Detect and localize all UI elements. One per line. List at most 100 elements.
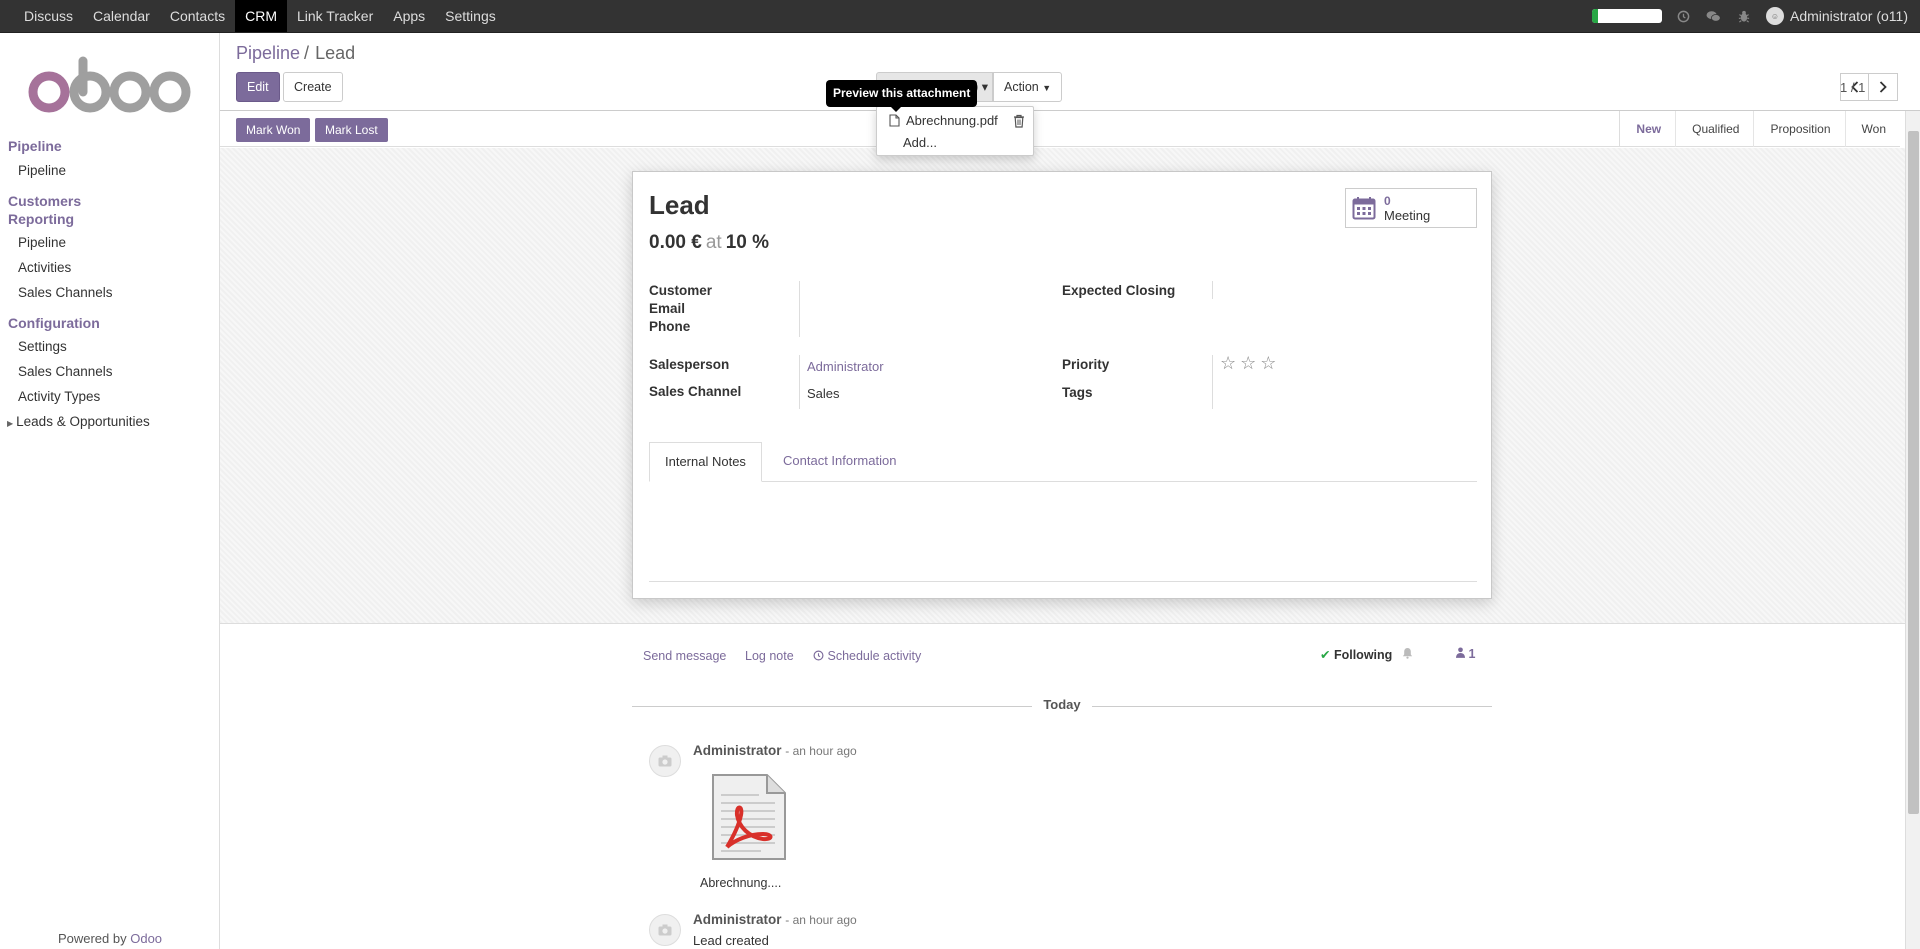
sidebar-item-activity-types[interactable]: Activity Types (18, 389, 100, 404)
clock-icon[interactable] (1676, 8, 1692, 24)
meeting-label: Meeting (1384, 207, 1431, 223)
stage-pipeline: New Qualified Proposition Won (1619, 111, 1900, 147)
menu-apps[interactable]: Apps (383, 0, 435, 32)
log-note-button[interactable]: Log note (745, 649, 794, 663)
meeting-count: 0 (1384, 193, 1391, 208)
avatar[interactable] (649, 745, 681, 777)
priority-label: Priority (1062, 357, 1110, 372)
edit-button[interactable]: Edit (236, 72, 280, 102)
sidebar-section-pipeline[interactable]: Pipeline (8, 138, 62, 154)
revenue-value: 0.00 € (649, 232, 702, 253)
tab-contact-information[interactable]: Contact Information (768, 442, 911, 482)
following-button[interactable]: ✔ Following (1320, 647, 1392, 662)
field-separator (799, 281, 800, 337)
followers-count: 1 (1468, 647, 1476, 661)
sidebar-item-pipeline[interactable]: Pipeline (18, 163, 66, 178)
user-menu[interactable]: ☺ Administrator (o11) (1765, 7, 1908, 25)
mark-won-button[interactable]: Mark Won (236, 118, 311, 142)
followers-button[interactable]: 1 (1456, 647, 1475, 661)
calendar-icon (1352, 197, 1376, 220)
file-icon (889, 114, 900, 127)
menu-link-tracker[interactable]: Link Tracker (287, 0, 383, 32)
sidebar-item-reporting-pipeline[interactable]: Pipeline (18, 235, 66, 250)
sales-channel-field[interactable]: Sales (807, 386, 840, 401)
scrollbar-thumb[interactable] (1908, 131, 1919, 814)
main-menu: Discuss Calendar Contacts CRM Link Track… (14, 0, 506, 32)
expected-revenue: 0.00 € at 10 % (649, 232, 769, 254)
star-icon[interactable]: ☆ (1220, 353, 1236, 374)
customer-label: Customer (649, 283, 713, 298)
sales-channel-label: Sales Channel (649, 384, 742, 399)
breadcrumb-pipeline[interactable]: Pipeline (236, 43, 300, 63)
tab-internal-notes[interactable]: Internal Notes (649, 442, 762, 482)
menu-calendar[interactable]: Calendar (83, 0, 160, 32)
sidebar-section-configuration[interactable]: Configuration (8, 315, 100, 331)
stage-proposition[interactable]: Proposition (1754, 111, 1846, 147)
schedule-activity-button[interactable]: Schedule activity (813, 649, 921, 663)
stage-won[interactable]: Won (1846, 111, 1900, 147)
sidebar-item-activities[interactable]: Activities (18, 260, 71, 275)
add-attachment-item[interactable]: Add... (903, 135, 937, 150)
chatter-topbar: Send message Log note Schedule activity … (640, 647, 1500, 667)
pager-value[interactable]: 1 / 1 (1840, 80, 1865, 95)
trash-icon[interactable] (1013, 114, 1025, 128)
powered-by-brand[interactable]: Odoo (130, 931, 162, 946)
menu-settings[interactable]: Settings (435, 0, 506, 32)
salesperson-field[interactable]: Administrator (807, 359, 884, 374)
onboarding-progress-bar[interactable] (1591, 9, 1662, 23)
sidebar-item-sales-channels[interactable]: Sales Channels (18, 285, 113, 300)
sidebar-item-config-sales-channels[interactable]: Sales Channels (18, 364, 113, 379)
user-icon (1456, 647, 1468, 661)
schedule-activity-label: Schedule activity (827, 649, 922, 663)
action-button[interactable]: Action ▼ (993, 72, 1063, 102)
menu-discuss[interactable]: Discuss (14, 0, 83, 32)
sidebar-section-customers[interactable]: Customers (8, 193, 81, 209)
top-navbar: Discuss Calendar Contacts CRM Link Track… (0, 0, 1920, 33)
message-author-name[interactable]: Administrator (693, 743, 782, 758)
stage-qualified[interactable]: Qualified (1676, 111, 1755, 147)
create-button[interactable]: Create (283, 72, 343, 102)
preview-attachment-tooltip: Preview this attachment (826, 80, 978, 112)
bug-icon[interactable] (1736, 8, 1752, 24)
field-separator (1212, 281, 1213, 299)
action-label: Action (1004, 80, 1039, 94)
sidebar-item-settings[interactable]: Settings (18, 339, 67, 354)
mark-lost-button[interactable]: Mark Lost (315, 118, 388, 142)
star-icon[interactable]: ☆ (1260, 353, 1276, 374)
send-message-button[interactable]: Send message (643, 649, 726, 663)
control-panel: Pipeline / Lead Edit Create Action ▼ 1 / 1 (220, 33, 1920, 111)
email-label: Email (649, 301, 686, 316)
camera-icon (658, 924, 672, 936)
date-separator-label: Today (1032, 697, 1092, 712)
breadcrumb: Pipeline / Lead (236, 43, 355, 64)
sidebar-section-reporting[interactable]: Reporting (8, 211, 74, 227)
bell-icon[interactable] (1402, 647, 1413, 662)
form-statusbar: Mark Won Mark Lost New Qualified Proposi… (220, 111, 1900, 147)
menu-crm[interactable]: CRM (235, 0, 287, 32)
star-icon[interactable]: ☆ (1240, 353, 1256, 374)
comments-icon[interactable] (1706, 8, 1722, 24)
message-author-name[interactable]: Administrator (693, 912, 782, 927)
caret-down-icon: ▼ (1042, 83, 1052, 93)
pdf-file-icon (712, 774, 786, 860)
tags-label: Tags (1062, 385, 1093, 400)
message-author: Administrator - an hour ago (693, 912, 857, 927)
pdf-attachment-preview[interactable] (709, 773, 787, 863)
sidebar-group-leads-opportunities[interactable]: ▶ Leads & Opportunities (7, 414, 150, 429)
user-name: Administrator (o11) (1789, 8, 1908, 24)
odoo-logo[interactable] (26, 55, 192, 118)
pager-next-button[interactable] (1869, 73, 1898, 101)
field-separator (1212, 355, 1213, 409)
check-icon: ✔ (1320, 648, 1331, 662)
attachment-name[interactable]: Abrechnung.... (700, 876, 781, 890)
powered-by: Powered by Odoo (0, 931, 220, 949)
internal-notes-field[interactable] (649, 581, 1477, 582)
avatar[interactable] (649, 914, 681, 946)
menu-contacts[interactable]: Contacts (160, 0, 235, 32)
attachment-item[interactable]: Abrechnung.pdf (889, 113, 998, 128)
page-scrollbar[interactable] (1905, 111, 1920, 949)
meeting-smart-button[interactable]: 0 Meeting (1345, 188, 1477, 228)
lead-title: Lead (649, 190, 710, 220)
stage-new[interactable]: New (1620, 111, 1677, 147)
message-time: - an hour ago (785, 913, 857, 927)
